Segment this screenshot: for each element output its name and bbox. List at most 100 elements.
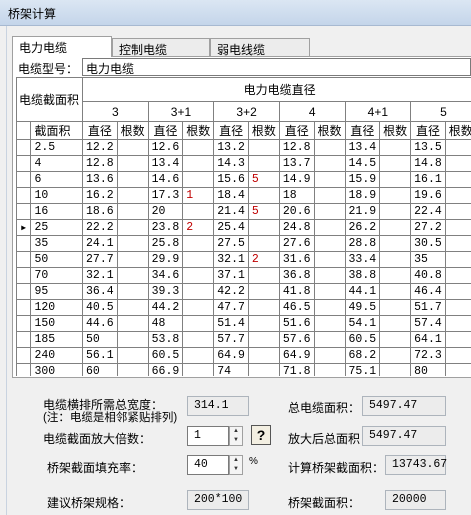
diameter-cell[interactable]: 14.5	[344, 155, 381, 172]
area-cell[interactable]: 35	[30, 235, 84, 252]
row-selector[interactable]	[16, 267, 32, 284]
area-cell[interactable]: 95	[30, 283, 84, 300]
diameter-cell[interactable]: 32.1	[213, 251, 249, 268]
diameter-cell[interactable]: 74	[213, 363, 249, 376]
count-cell[interactable]	[182, 299, 215, 316]
count-cell[interactable]	[247, 315, 280, 332]
row-selector[interactable]	[16, 283, 32, 300]
count-cell[interactable]	[313, 139, 346, 156]
count-cell[interactable]	[182, 235, 215, 252]
area-cell[interactable]: 10	[30, 187, 84, 204]
count-cell[interactable]	[313, 363, 346, 376]
count-cell[interactable]	[247, 299, 280, 316]
count-cell[interactable]	[379, 235, 412, 252]
count-cell[interactable]	[379, 187, 412, 204]
count-cell[interactable]	[444, 171, 471, 188]
diameter-cell[interactable]: 28.8	[344, 235, 381, 252]
count-cell[interactable]	[313, 171, 346, 188]
diameter-cell[interactable]: 60.5	[147, 347, 184, 364]
count-cell[interactable]	[247, 283, 280, 300]
diameter-cell[interactable]: 56.1	[82, 347, 118, 364]
table-row[interactable]: 185 50 53.8 57.7 57.6 60.5 64.1	[16, 331, 471, 348]
diameter-cell[interactable]: 30.5	[410, 235, 446, 252]
count-cell[interactable]	[247, 187, 280, 204]
diameter-cell[interactable]: 64.9	[278, 347, 315, 364]
count-cell[interactable]	[247, 235, 280, 252]
diameter-cell[interactable]: 21.9	[344, 203, 381, 220]
diameter-cell[interactable]: 57.7	[213, 331, 249, 348]
diameter-cell[interactable]: 15.6	[213, 171, 249, 188]
diameter-cell[interactable]: 33.4	[344, 251, 381, 268]
diameter-cell[interactable]: 27.6	[278, 235, 315, 252]
diameter-cell[interactable]: 27.5	[213, 235, 249, 252]
diameter-cell[interactable]: 12.6	[147, 139, 184, 156]
count-cell[interactable]	[444, 267, 471, 284]
count-cell[interactable]	[444, 299, 471, 316]
tab-weak-current-cable[interactable]: 弱电线缆	[210, 38, 310, 57]
table-row[interactable]: 240 56.1 60.5 64.9 64.9 68.2 72.3	[16, 347, 471, 364]
count-cell[interactable]	[379, 267, 412, 284]
diameter-cell[interactable]: 68.2	[344, 347, 381, 364]
cable-type-field[interactable]: 电力电缆	[82, 58, 471, 76]
count-cell[interactable]	[444, 363, 471, 376]
fill-rate-input[interactable]: 40	[187, 455, 229, 475]
count-cell[interactable]	[116, 155, 149, 172]
table-row[interactable]: 16 18.6 20 21.4 5 20.6 21.9 22.4	[16, 203, 471, 220]
table-row[interactable]: 6 13.6 14.6 15.6 5 14.9 15.9 16.1	[16, 171, 471, 188]
area-cell[interactable]: 25	[30, 219, 84, 236]
count-cell[interactable]	[379, 299, 412, 316]
count-cell[interactable]	[444, 347, 471, 364]
area-cell[interactable]: 185	[30, 331, 84, 348]
table-row[interactable]: 4 12.8 13.4 14.3 13.7 14.5 14.8	[16, 155, 471, 172]
count-cell[interactable]	[116, 331, 149, 348]
fill-rate-spinner[interactable]: ▲ ▼	[229, 455, 243, 475]
area-cell[interactable]: 6	[30, 171, 84, 188]
count-cell[interactable]	[182, 171, 215, 188]
diameter-cell[interactable]: 14.9	[278, 171, 315, 188]
diameter-cell[interactable]: 13.5	[410, 139, 446, 156]
diameter-cell[interactable]: 18.4	[213, 187, 249, 204]
count-cell[interactable]	[444, 331, 471, 348]
area-cell[interactable]: 70	[30, 267, 84, 284]
area-cell[interactable]: 150	[30, 315, 84, 332]
count-cell[interactable]	[182, 363, 215, 376]
count-cell[interactable]	[116, 187, 149, 204]
diameter-cell[interactable]: 37.1	[213, 267, 249, 284]
row-selector[interactable]	[16, 171, 32, 188]
table-row[interactable]: 50 27.7 29.9 32.1 2 31.6 33.4 35	[16, 251, 471, 268]
area-cell[interactable]: 16	[30, 203, 84, 220]
diameter-cell[interactable]: 16.2	[82, 187, 118, 204]
diameter-cell[interactable]: 51.4	[213, 315, 249, 332]
count-cell[interactable]	[182, 139, 215, 156]
diameter-cell[interactable]: 12.8	[278, 139, 315, 156]
diameter-cell[interactable]: 21.4	[213, 203, 249, 220]
diameter-cell[interactable]: 18	[278, 187, 315, 204]
diameter-cell[interactable]: 26.2	[344, 219, 381, 236]
count-cell[interactable]: 1	[182, 187, 215, 204]
spin-down-icon[interactable]: ▼	[230, 465, 242, 474]
row-selector[interactable]	[16, 155, 32, 172]
table-row[interactable]: 10 16.2 17.3 1 18.4 18 18.9 19.6	[16, 187, 471, 204]
diameter-cell[interactable]: 48	[147, 315, 184, 332]
count-cell[interactable]: 2	[247, 251, 280, 268]
diameter-cell[interactable]: 64.1	[410, 331, 446, 348]
diameter-cell[interactable]: 41.8	[278, 283, 315, 300]
count-cell[interactable]	[182, 283, 215, 300]
count-cell[interactable]	[379, 155, 412, 172]
count-cell[interactable]	[116, 299, 149, 316]
count-cell[interactable]	[379, 171, 412, 188]
area-cell[interactable]: 240	[30, 347, 84, 364]
diameter-cell[interactable]: 14.3	[213, 155, 249, 172]
diameter-cell[interactable]: 42.2	[213, 283, 249, 300]
diameter-cell[interactable]: 15.9	[344, 171, 381, 188]
diameter-cell[interactable]: 13.4	[147, 155, 184, 172]
count-cell[interactable]	[116, 363, 149, 376]
diameter-cell[interactable]: 24.1	[82, 235, 118, 252]
diameter-cell[interactable]: 51.7	[410, 299, 446, 316]
count-cell[interactable]	[116, 347, 149, 364]
count-cell[interactable]	[182, 251, 215, 268]
diameter-cell[interactable]: 16.1	[410, 171, 446, 188]
count-cell[interactable]	[444, 203, 471, 220]
count-cell[interactable]	[313, 155, 346, 172]
count-cell[interactable]	[379, 331, 412, 348]
